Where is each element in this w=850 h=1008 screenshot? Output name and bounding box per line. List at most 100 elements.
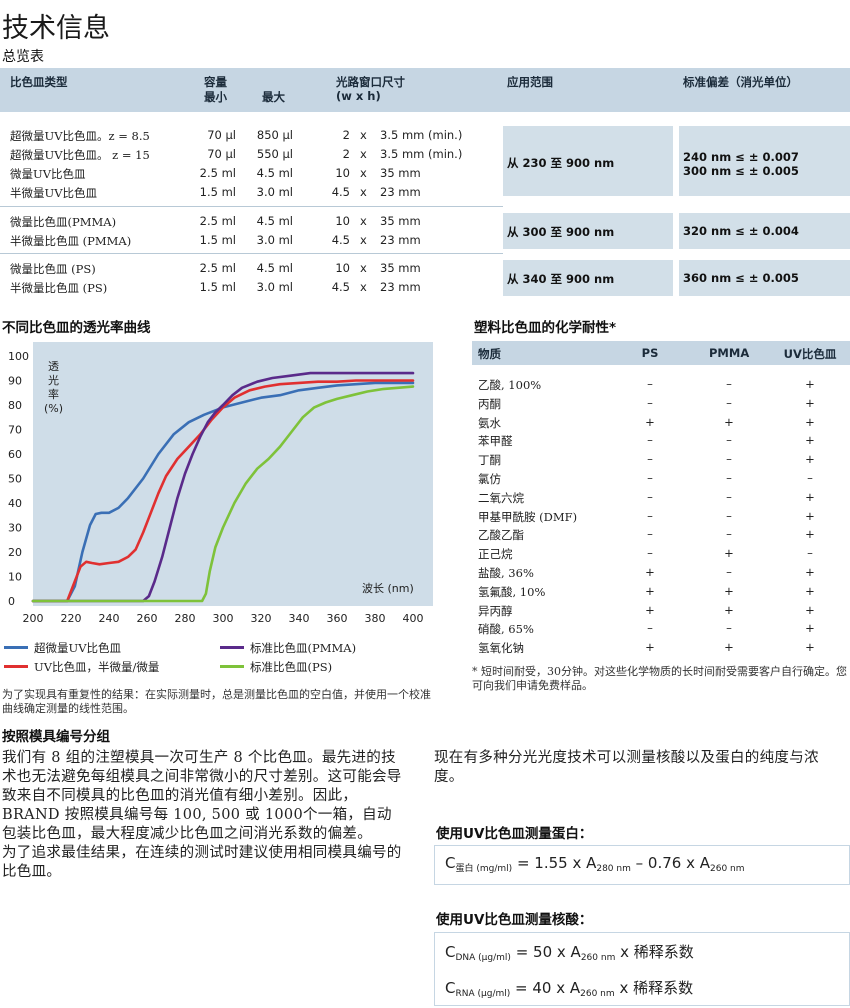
window-height: 3.5 mm (min.) (380, 128, 463, 142)
x-tick-label: 220 (61, 612, 82, 625)
resistance-pmma: – (726, 509, 732, 523)
window-x: x (360, 128, 367, 142)
substance-name: 甲基甲酰胺 (DMF) (478, 510, 578, 524)
chart-note: 为了实现具有重复性的结果：在实际测量时，总是测量比色皿的空白值，并使用一个校准曲… (2, 688, 431, 715)
cuvette-type: 半微量UV比色皿 (10, 186, 97, 200)
resistance-pmma: – (726, 433, 732, 447)
substance-name: 乙酸乙酯 (478, 528, 524, 542)
y-axis-label: (%) (44, 402, 63, 415)
capacity-max: 4.5 ml (256, 261, 293, 275)
resistance-pmma: – (726, 471, 732, 485)
substance-name: 氢氧化钠 (478, 641, 524, 655)
cuvette-type: 超微量UV比色皿。z = 8.5 (10, 129, 150, 143)
resistance-table-header: 物质 PS PMMA UV比色皿 (472, 341, 850, 365)
window-height: 3.5 mm (min.) (380, 147, 463, 161)
resistance-uv: + (805, 396, 815, 410)
chart-heading: 不同比色皿的透光率曲线 (2, 320, 151, 336)
capacity-min: 2.5 ml (199, 261, 236, 275)
window-height: 23 mm (380, 233, 421, 247)
photometry-intro: 现在有多种分光光度技术可以测量核酸以及蛋白的纯度与浓度。 (434, 750, 819, 785)
y-tick-label: 60 (8, 448, 22, 461)
window-x: x (360, 280, 367, 294)
header-window: 光路窗口尺寸 (336, 75, 405, 89)
resistance-ps: – (647, 433, 653, 447)
y-tick-label: 50 (8, 473, 22, 486)
resistance-ps: + (645, 584, 655, 598)
range-block-3: 从 340 至 900 nm (503, 260, 673, 296)
header-max: 最大 (262, 90, 285, 104)
resistance-uv: + (805, 640, 815, 654)
substance-name: 盐酸, 36% (478, 566, 534, 580)
cuvette-type: 微量比色皿 (PS) (10, 262, 96, 276)
row-separator (0, 253, 503, 254)
protein-formula: C蛋白 (mg/ml) = 1.55 x A280 nm – 0.76 x A2… (445, 854, 745, 874)
resistance-uv: + (805, 527, 815, 541)
series-line-1 (31, 379, 415, 603)
x-tick-label: 200 (23, 612, 44, 625)
window-width: 4.5 (331, 185, 350, 199)
window-width: 4.5 (331, 233, 350, 247)
protein-heading: 使用UV比色皿测量蛋白： (436, 826, 593, 842)
window-width: 4.5 (331, 280, 350, 294)
resistance-ps: + (645, 415, 655, 429)
resistance-ps: – (647, 509, 653, 523)
resistance-ps: – (647, 527, 653, 541)
y-axis-label: 光 (48, 373, 59, 387)
resistance-uv: + (805, 565, 815, 579)
header-ps: PS (641, 346, 659, 360)
deviation-block-3: 360 nm ≤ ± 0.005 (679, 260, 850, 296)
resistance-ps: + (645, 565, 655, 579)
resistance-pmma: + (724, 546, 734, 560)
legend-label-0: 超微量UV比色皿 (34, 641, 121, 655)
resistance-uv: + (805, 490, 815, 504)
x-tick-label: 240 (99, 612, 120, 625)
capacity-max: 550 µl (256, 147, 293, 161)
series-line-0 (31, 381, 415, 603)
x-tick-label: 320 (251, 612, 272, 625)
header-type: 比色皿类型 (10, 75, 68, 89)
rna-formula: CRNA (µg/ml) = 40 x A260 nm x 稀释系数 (445, 979, 694, 999)
capacity-min: 2.5 ml (199, 214, 236, 228)
resistance-pmma: + (724, 603, 734, 617)
resistance-pmma: – (726, 621, 732, 635)
legend-swatch-2 (220, 646, 244, 649)
molds-heading: 按照模具编号分组 (2, 729, 110, 745)
x-tick-label: 400 (403, 612, 424, 625)
nucleic-heading: 使用UV比色皿测量核酸： (436, 912, 593, 928)
capacity-min: 70 µl (207, 147, 236, 161)
resistance-ps: – (647, 377, 653, 391)
window-x: x (360, 147, 367, 161)
resistance-uv: + (805, 452, 815, 466)
legend-label-3: 标准比色皿(PS) (250, 660, 333, 674)
resistance-pmma: – (726, 565, 732, 579)
window-x: x (360, 185, 367, 199)
resistance-ps: – (647, 452, 653, 466)
y-tick-label: 90 (8, 375, 22, 388)
window-height: 35 mm (380, 261, 421, 275)
resistance-pmma: – (726, 377, 732, 391)
capacity-min: 2.5 ml (199, 166, 236, 180)
x-tick-label: 360 (327, 612, 348, 625)
y-tick-label: 0 (8, 595, 15, 608)
capacity-min: 1.5 ml (199, 233, 236, 247)
header-min: 最小 (204, 90, 227, 104)
header-substance: 物质 (478, 347, 501, 361)
resistance-uv: + (805, 377, 815, 391)
substance-name: 氯仿 (478, 472, 501, 486)
capacity-max: 3.0 ml (256, 185, 293, 199)
window-x: x (360, 233, 367, 247)
resistance-pmma: – (726, 396, 732, 410)
substance-name: 苯甲醛 (478, 434, 513, 448)
range-block-2: 从 300 至 900 nm (503, 213, 673, 249)
window-height: 23 mm (380, 280, 421, 294)
capacity-max: 4.5 ml (256, 166, 293, 180)
capacity-min: 70 µl (207, 128, 236, 142)
y-tick-label: 100 (8, 350, 29, 363)
resistance-uv: + (805, 621, 815, 635)
capacity-min: 1.5 ml (199, 280, 236, 294)
resistance-pmma: + (724, 584, 734, 598)
resistance-ps: – (647, 621, 653, 635)
overview-table-header: 比色皿类型 容量 最小 最大 光路窗口尺寸 (w x h) 应用范围 标准偏差（… (0, 68, 850, 112)
capacity-max: 3.0 ml (256, 233, 293, 247)
x-tick-label: 300 (213, 612, 234, 625)
